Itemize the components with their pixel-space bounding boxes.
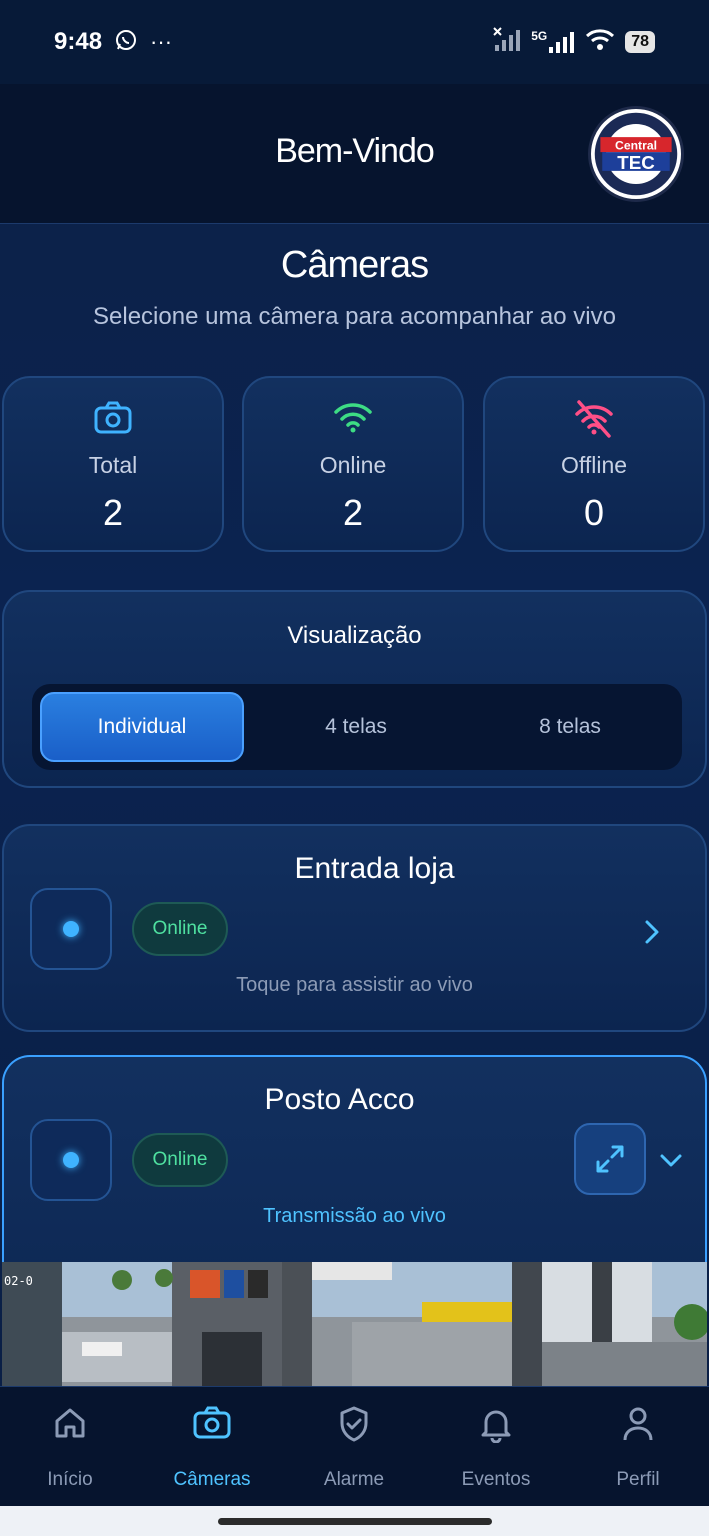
stat-label: Total	[88, 452, 138, 478]
system-nav-area	[0, 1506, 709, 1536]
tab-label: Início	[47, 1469, 93, 1490]
more-dots-icon: ···	[150, 29, 173, 54]
chevron-down-icon[interactable]	[658, 1151, 684, 1174]
camera-name: Posto Acco	[264, 1083, 415, 1116]
home-indicator[interactable]	[218, 1518, 492, 1525]
status-badge: Online	[132, 902, 228, 956]
tab-label: Perfil	[616, 1469, 660, 1490]
central-tec-logo: Central TEC	[588, 106, 684, 202]
camera-status-dot-box	[30, 1119, 112, 1201]
view-mode-title: Visualização	[287, 622, 422, 649]
camera-hint: Transmissão ao vivo	[263, 1205, 446, 1227]
page-title: Câmeras	[280, 244, 429, 286]
svg-text:Central: Central	[615, 138, 657, 152]
tab-label: Alarme	[323, 1469, 385, 1490]
tab-label: Eventos	[461, 1469, 531, 1490]
camera-icon	[152, 1405, 272, 1445]
wifi-off-icon	[485, 400, 703, 438]
view-option-8-telas[interactable]: 8 telas	[468, 692, 672, 762]
view-mode-selector: Individual 4 telas 8 telas	[32, 684, 682, 770]
view-option-individual[interactable]: Individual	[40, 692, 244, 762]
status-time: 9:48	[54, 28, 103, 55]
stat-value: 2	[342, 492, 364, 533]
view-mode-card: Visualização Individual 4 telas 8 telas	[2, 590, 707, 788]
camera-card-entrada-loja[interactable]: Entrada loja Online Toque para assistir …	[2, 824, 707, 1032]
stat-value: 2	[102, 492, 124, 533]
video-frame-image	[2, 1262, 707, 1386]
camera-status-dot-box	[30, 888, 112, 970]
tab-eventos[interactable]: Eventos	[436, 1405, 556, 1491]
whatsapp-icon	[114, 28, 138, 57]
camera-icon	[4, 400, 222, 438]
stat-label: Online	[319, 452, 387, 478]
stat-card-total: Total 2	[2, 376, 224, 552]
status-badge: Online	[132, 1133, 228, 1187]
status-bar: 9:48 ··· 5G 78	[0, 0, 709, 84]
stat-card-offline: Offline 0	[483, 376, 705, 552]
tab-inicio[interactable]: Início	[10, 1405, 130, 1491]
camera-name: Entrada loja	[294, 852, 455, 885]
app-screen: Bem-Vindo Central TEC Câmeras Selecione …	[0, 84, 709, 1386]
home-icon	[10, 1405, 130, 1445]
wifi-icon	[244, 400, 462, 438]
view-option-4-telas[interactable]: 4 telas	[254, 692, 458, 762]
user-icon	[578, 1405, 698, 1445]
tab-label: Câmeras	[173, 1469, 251, 1490]
tab-alarme[interactable]: Alarme	[294, 1405, 414, 1491]
chevron-right-icon[interactable]	[642, 918, 662, 951]
tab-perfil[interactable]: Perfil	[578, 1405, 698, 1491]
bell-icon	[436, 1405, 556, 1445]
bottom-tab-bar: Início Câmeras Alarme Eventos Perfil	[0, 1386, 709, 1506]
signal-no-sim-icon	[493, 26, 521, 58]
expand-icon	[596, 1145, 624, 1173]
stat-card-online: Online 2	[242, 376, 464, 552]
wifi-status-icon	[585, 28, 615, 57]
app-header: Bem-Vindo Central TEC	[0, 84, 709, 224]
battery-indicator: 78	[625, 31, 655, 53]
camera-hint: Toque para assistir ao vivo	[236, 974, 473, 996]
tab-cameras[interactable]: Câmeras	[152, 1405, 272, 1491]
stat-label: Offline	[560, 452, 628, 478]
live-video-feed[interactable]: 02-0	[2, 1262, 707, 1386]
network-type: 5G	[531, 29, 548, 43]
shield-check-icon	[294, 1405, 414, 1445]
live-dot-icon	[63, 1152, 79, 1168]
stat-value: 0	[583, 492, 605, 533]
fullscreen-button[interactable]	[574, 1123, 646, 1195]
live-dot-icon	[63, 921, 79, 937]
page-subtitle: Selecione uma câmera para acompanhar ao …	[93, 303, 616, 330]
svg-text:TEC: TEC	[617, 152, 655, 173]
video-timestamp: 02-0	[4, 1274, 33, 1288]
signal-5g-icon: 5G	[531, 29, 575, 55]
